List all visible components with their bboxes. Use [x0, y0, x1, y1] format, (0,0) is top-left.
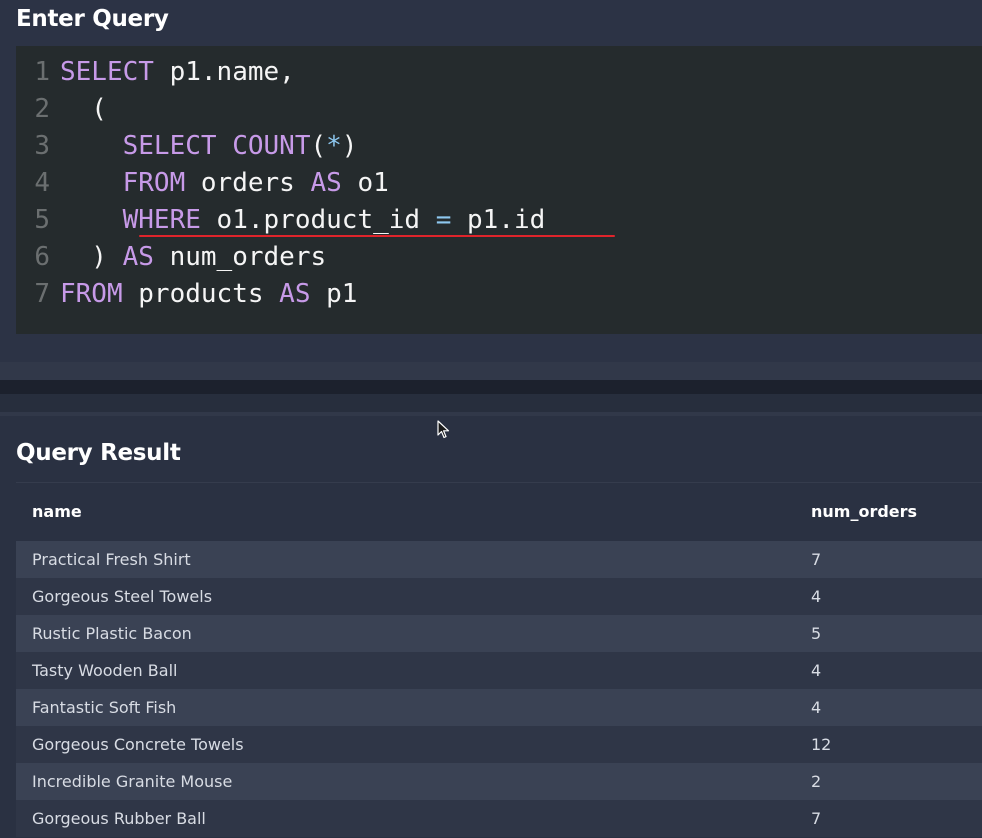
error-underline [139, 235, 615, 237]
sql-keyword: AS [279, 279, 311, 309]
result-panel-title: Query Result [16, 440, 181, 466]
sql-keyword: WHERE [122, 205, 201, 235]
line-number: 4 [34, 168, 50, 198]
line-number: 2 [34, 94, 50, 124]
sql-text: num_orders [153, 242, 327, 272]
sql-keyword: AS [122, 242, 154, 272]
sql-keyword: FROM [60, 279, 123, 309]
code-line[interactable]: 7 FROM products AS p1 [16, 276, 357, 313]
cell-num-orders: 7 [811, 550, 822, 569]
sql-text: orders [185, 168, 311, 198]
line-number: 5 [34, 205, 50, 235]
cell-name: Gorgeous Concrete Towels [32, 735, 244, 754]
sql-text: p1.name, [153, 57, 295, 87]
sql-keyword: FROM [122, 168, 186, 198]
line-number: 6 [34, 242, 50, 272]
code-line[interactable]: 1 SELECT p1.name, [16, 54, 295, 91]
sql-text: o1.product_id [200, 205, 436, 235]
cell-num-orders: 12 [811, 735, 832, 754]
sql-text: ( [60, 94, 107, 124]
sql-text: ) [341, 131, 358, 161]
table-row[interactable]: Fantastic Soft Fish 4 [16, 689, 982, 726]
mouse-pointer-icon [437, 420, 450, 439]
cell-name: Tasty Wooden Ball [32, 661, 178, 680]
sql-text: products [122, 279, 280, 309]
table-row[interactable]: Rustic Plastic Bacon 5 [16, 615, 982, 652]
sql-operator: * [326, 131, 342, 161]
query-panel-title: Enter Query [16, 6, 169, 32]
splitter-handle[interactable] [0, 380, 982, 394]
column-header-name[interactable]: name [32, 502, 82, 521]
sql-keyword: AS [310, 168, 342, 198]
panel-splitter[interactable] [0, 362, 982, 416]
code-line[interactable]: 6 ) AS num_orders [16, 239, 326, 276]
sql-keyword: SELECT [122, 131, 217, 161]
cell-num-orders: 4 [811, 698, 822, 717]
code-line[interactable]: 3 SELECT COUNT(*) [16, 128, 357, 165]
sql-keyword: SELECT [60, 57, 154, 87]
cell-name: Fantastic Soft Fish [32, 698, 177, 717]
cell-name: Rustic Plastic Bacon [32, 624, 192, 643]
cell-name: Incredible Granite Mouse [32, 772, 233, 791]
sql-text: p1 [310, 279, 358, 309]
code-line[interactable]: 2 ( [16, 91, 107, 128]
sql-text: o1 [341, 168, 389, 198]
cell-num-orders: 5 [811, 624, 822, 643]
cell-name: Gorgeous Steel Towels [32, 587, 213, 606]
cell-num-orders: 4 [811, 587, 822, 606]
table-row[interactable]: Gorgeous Concrete Towels 12 [16, 726, 982, 763]
splitter-shadow [0, 394, 982, 412]
table-row[interactable]: Practical Fresh Shirt 7 [16, 541, 982, 578]
cell-name: Practical Fresh Shirt [32, 550, 191, 569]
sql-text: ( [310, 131, 327, 161]
sql-text: p1.id [451, 205, 546, 235]
table-row[interactable]: Gorgeous Rubber Ball 7 [16, 800, 982, 837]
table-row[interactable]: Incredible Granite Mouse 2 [16, 763, 982, 800]
cell-num-orders: 7 [811, 809, 822, 828]
table-row[interactable]: Gorgeous Steel Towels 4 [16, 578, 982, 615]
code-line[interactable]: 5 WHERE o1.product_id = p1.id [16, 202, 545, 239]
cell-name: Gorgeous Rubber Ball [32, 809, 206, 828]
cell-num-orders: 2 [811, 772, 822, 791]
sql-keyword: COUNT [232, 131, 311, 161]
table-body: Practical Fresh Shirt 7 Gorgeous Steel Tow… [16, 541, 982, 837]
result-table: name num_orders Practical Fresh Shirt 7 Go… [16, 482, 982, 837]
line-number: 3 [34, 131, 50, 161]
line-number: 7 [34, 279, 50, 309]
code-line[interactable]: 4 FROM orders AS o1 [16, 165, 389, 202]
table-row[interactable]: Tasty Wooden Ball 4 [16, 652, 982, 689]
sql-operator: = [435, 205, 452, 235]
cell-num-orders: 4 [811, 661, 822, 680]
column-header-num-orders[interactable]: num_orders [811, 502, 917, 521]
table-header: name num_orders [16, 482, 982, 541]
line-number: 1 [34, 57, 50, 87]
sql-editor[interactable]: 1 SELECT p1.name, 2 (3 SELECT COUNT(*) 4 FR… [16, 46, 982, 334]
sql-text: ) [60, 242, 123, 272]
query-panel: Enter Query 1 SELECT p1.name, 2 (3 SELECT … [0, 0, 982, 362]
